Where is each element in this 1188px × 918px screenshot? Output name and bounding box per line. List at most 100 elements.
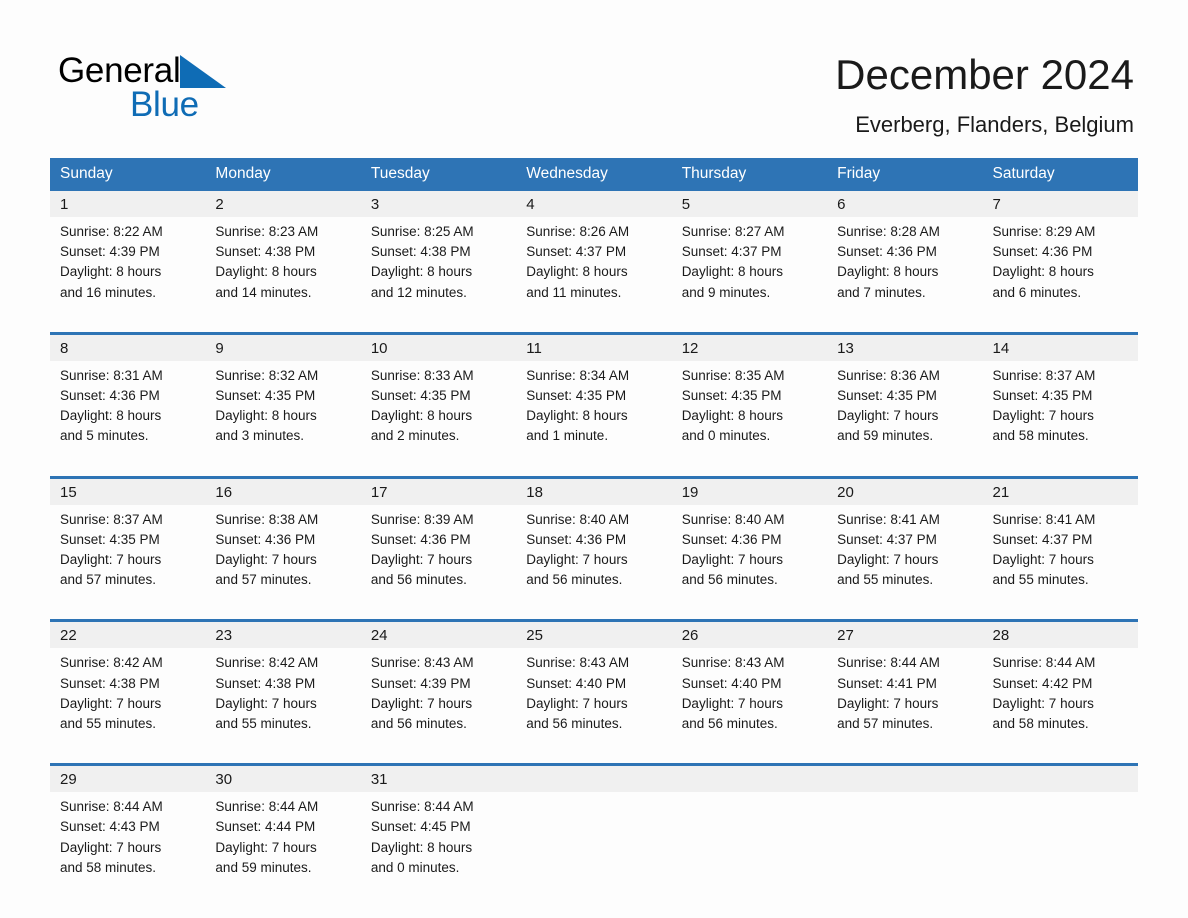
- day-detail-cell[interactable]: Sunrise: 8:41 AM Sunset: 4:37 PM Daylight:…: [982, 504, 1138, 609]
- day-detail-cell[interactable]: Sunrise: 8:38 AM Sunset: 4:36 PM Daylight:…: [205, 504, 361, 609]
- day-detail-cell[interactable]: Sunrise: 8:34 AM Sunset: 4:35 PM Daylight:…: [516, 360, 672, 465]
- day-number-cell[interactable]: 6: [827, 191, 983, 217]
- day-number-cell[interactable]: 7: [982, 191, 1138, 217]
- day-detail-cell[interactable]: Sunrise: 8:42 AM Sunset: 4:38 PM Daylight:…: [205, 648, 361, 753]
- sunset-text: Sunset: 4:39 PM: [370, 675, 471, 691]
- day-number-cell[interactable]: 13: [827, 334, 983, 361]
- sunset-text: Sunset: 4:43 PM: [60, 819, 160, 835]
- day-number-cell[interactable]: 24: [360, 622, 517, 649]
- day-detail-cell[interactable]: Sunrise: 8:29 AM Sunset: 4:36 PM Daylight:…: [982, 217, 1138, 321]
- day-detail-cell[interactable]: Sunrise: 8:26 AM Sunset: 4:37 PM Daylight:…: [516, 217, 672, 321]
- day-number-cell[interactable]: 29: [50, 766, 206, 793]
- sunrise-text: Sunrise: 8:27 AM: [681, 224, 785, 239]
- sunset-text: Sunset: 4:45 PM: [370, 819, 471, 835]
- day-number-cell[interactable]: 30: [205, 766, 361, 793]
- daylight-text-line2: and 56 minutes.: [370, 572, 467, 588]
- day-detail-cell[interactable]: Sunrise: 8:33 AM Sunset: 4:35 PM Daylight:…: [360, 360, 517, 465]
- day-number-cell[interactable]: 3: [360, 191, 517, 217]
- sunrise-text: Sunrise: 8:43 AM: [370, 655, 474, 671]
- day-number: 5: [681, 196, 691, 213]
- generalblue-logo[interactable]: General Blue: [58, 52, 358, 124]
- day-number-cell[interactable]: 1: [50, 191, 206, 217]
- day-number-cell[interactable]: 17: [360, 478, 517, 505]
- day-detail-cell[interactable]: Sunrise: 8:44 AM Sunset: 4:41 PM Daylight:…: [827, 648, 983, 753]
- day-detail-cell[interactable]: Sunrise: 8:25 AM Sunset: 4:38 PM Daylight:…: [360, 217, 517, 321]
- day-number-cell[interactable]: 25: [516, 622, 672, 649]
- day-number: 29: [60, 771, 77, 789]
- table-row: Sunrise: 8:31 AM Sunset: 4:36 PM Daylight:…: [50, 360, 1138, 465]
- day-detail-cell[interactable]: Sunrise: 8:44 AM Sunset: 4:44 PM Daylight:…: [205, 792, 361, 897]
- day-detail-cell[interactable]: Sunrise: 8:39 AM Sunset: 4:36 PM Daylight:…: [360, 504, 517, 609]
- daylight-text-line1: Daylight: 7 hours: [681, 695, 783, 711]
- day-detail-cell[interactable]: Sunrise: 8:43 AM Sunset: 4:40 PM Daylight:…: [516, 648, 672, 753]
- day-detail-cell[interactable]: Sunrise: 8:22 AM Sunset: 4:39 PM Daylight:…: [50, 217, 206, 321]
- daylight-text-line2: and 56 minutes.: [681, 716, 778, 732]
- day-detail-cell[interactable]: Sunrise: 8:32 AM Sunset: 4:35 PM Daylight:…: [205, 360, 361, 465]
- day-detail-cell[interactable]: Sunrise: 8:43 AM Sunset: 4:39 PM Daylight:…: [360, 648, 517, 753]
- day-number-cell[interactable]: 9: [205, 334, 361, 361]
- calendar-table: Sunday Monday Tuesday Wednesday Thursday…: [50, 158, 1138, 897]
- day-number-cell[interactable]: 2: [205, 191, 361, 217]
- sunset-text: Sunset: 4:36 PM: [681, 531, 782, 547]
- day-number-cell: [982, 766, 1138, 793]
- day-detail-cell[interactable]: Sunrise: 8:31 AM Sunset: 4:36 PM Daylight:…: [50, 360, 206, 465]
- day-number: 14: [992, 339, 1010, 357]
- day-detail-cell[interactable]: Sunrise: 8:37 AM Sunset: 4:35 PM Daylight:…: [50, 504, 206, 609]
- sunset-text: Sunset: 4:35 PM: [526, 388, 627, 404]
- day-detail-cell[interactable]: Sunrise: 8:28 AM Sunset: 4:36 PM Daylight:…: [827, 217, 983, 321]
- day-number-cell[interactable]: 22: [50, 622, 206, 649]
- day-number-cell[interactable]: 21: [982, 478, 1138, 505]
- sunset-text: Sunset: 4:42 PM: [992, 675, 1093, 691]
- day-detail-cell: [516, 792, 672, 897]
- day-number-cell[interactable]: 26: [671, 622, 828, 649]
- day-detail-cell[interactable]: Sunrise: 8:44 AM Sunset: 4:42 PM Daylight:…: [982, 648, 1138, 753]
- day-detail-cell[interactable]: Sunrise: 8:43 AM Sunset: 4:40 PM Daylight:…: [671, 648, 828, 753]
- day-detail-cell[interactable]: Sunrise: 8:36 AM Sunset: 4:35 PM Daylight:…: [827, 360, 983, 465]
- sunrise-text: Sunrise: 8:28 AM: [837, 224, 940, 239]
- day-number-cell[interactable]: 10: [360, 334, 517, 361]
- daylight-text-line1: Daylight: 7 hours: [370, 695, 473, 711]
- day-detail-cell[interactable]: Sunrise: 8:40 AM Sunset: 4:36 PM Daylight:…: [516, 504, 672, 609]
- day-number: 8: [60, 339, 69, 357]
- day-detail-cell[interactable]: Sunrise: 8:27 AM Sunset: 4:37 PM Daylight:…: [671, 217, 828, 321]
- day-number-cell[interactable]: 4: [516, 191, 672, 217]
- day-number-cell[interactable]: 14: [982, 334, 1138, 361]
- day-detail-cell[interactable]: Sunrise: 8:42 AM Sunset: 4:38 PM Daylight:…: [50, 648, 206, 753]
- day-number-cell[interactable]: 23: [205, 622, 361, 649]
- day-detail-cell[interactable]: Sunrise: 8:23 AM Sunset: 4:38 PM Daylight:…: [205, 217, 361, 321]
- page-header: General Blue December 2024 Everberg, Fla…: [0, 0, 1188, 148]
- weekday-header-sunday: Sunday: [50, 158, 206, 191]
- table-row: Sunrise: 8:42 AM Sunset: 4:38 PM Daylight:…: [50, 648, 1138, 753]
- day-detail-cell[interactable]: Sunrise: 8:40 AM Sunset: 4:36 PM Daylight:…: [671, 504, 828, 609]
- week-gap-cell: [50, 320, 1138, 332]
- sunrise-text: Sunrise: 8:42 AM: [60, 655, 163, 671]
- day-number-cell[interactable]: 31: [360, 766, 517, 793]
- calendar-grid: Sunday Monday Tuesday Wednesday Thursday…: [50, 158, 1138, 897]
- daylight-text-line2: and 56 minutes.: [681, 572, 778, 588]
- day-detail-cell[interactable]: Sunrise: 8:44 AM Sunset: 4:43 PM Daylight:…: [50, 792, 206, 897]
- daylight-text-line1: Daylight: 7 hours: [370, 552, 473, 568]
- sunrise-text: Sunrise: 8:37 AM: [60, 511, 163, 527]
- daylight-text-line1: Daylight: 7 hours: [681, 552, 783, 568]
- day-number-cell[interactable]: 20: [827, 478, 983, 505]
- day-detail-cell[interactable]: Sunrise: 8:35 AM Sunset: 4:35 PM Daylight:…: [671, 360, 828, 465]
- day-number-cell[interactable]: 12: [671, 334, 828, 361]
- daylight-text-line1: Daylight: 7 hours: [215, 552, 317, 568]
- day-detail-cell[interactable]: Sunrise: 8:44 AM Sunset: 4:45 PM Daylight:…: [360, 792, 517, 897]
- day-number-cell[interactable]: 15: [50, 478, 206, 505]
- day-detail-cell[interactable]: Sunrise: 8:41 AM Sunset: 4:37 PM Daylight:…: [827, 504, 983, 609]
- day-number-cell[interactable]: 19: [671, 478, 828, 505]
- day-number: 23: [215, 627, 233, 645]
- daylight-text-line1: Daylight: 8 hours: [837, 264, 939, 280]
- day-number-cell[interactable]: 18: [516, 478, 672, 505]
- day-number-cell[interactable]: 28: [982, 622, 1138, 649]
- day-number-cell[interactable]: 5: [671, 191, 828, 217]
- day-number-cell[interactable]: 16: [205, 478, 361, 505]
- sunrise-text: Sunrise: 8:22 AM: [60, 224, 163, 239]
- day-number-cell[interactable]: 8: [50, 334, 206, 361]
- sunrise-text: Sunrise: 8:37 AM: [992, 367, 1096, 383]
- day-number-cell[interactable]: 11: [516, 334, 672, 361]
- day-number: 18: [526, 483, 543, 501]
- day-number-cell[interactable]: 27: [827, 622, 983, 649]
- day-detail-cell[interactable]: Sunrise: 8:37 AM Sunset: 4:35 PM Daylight:…: [982, 360, 1138, 465]
